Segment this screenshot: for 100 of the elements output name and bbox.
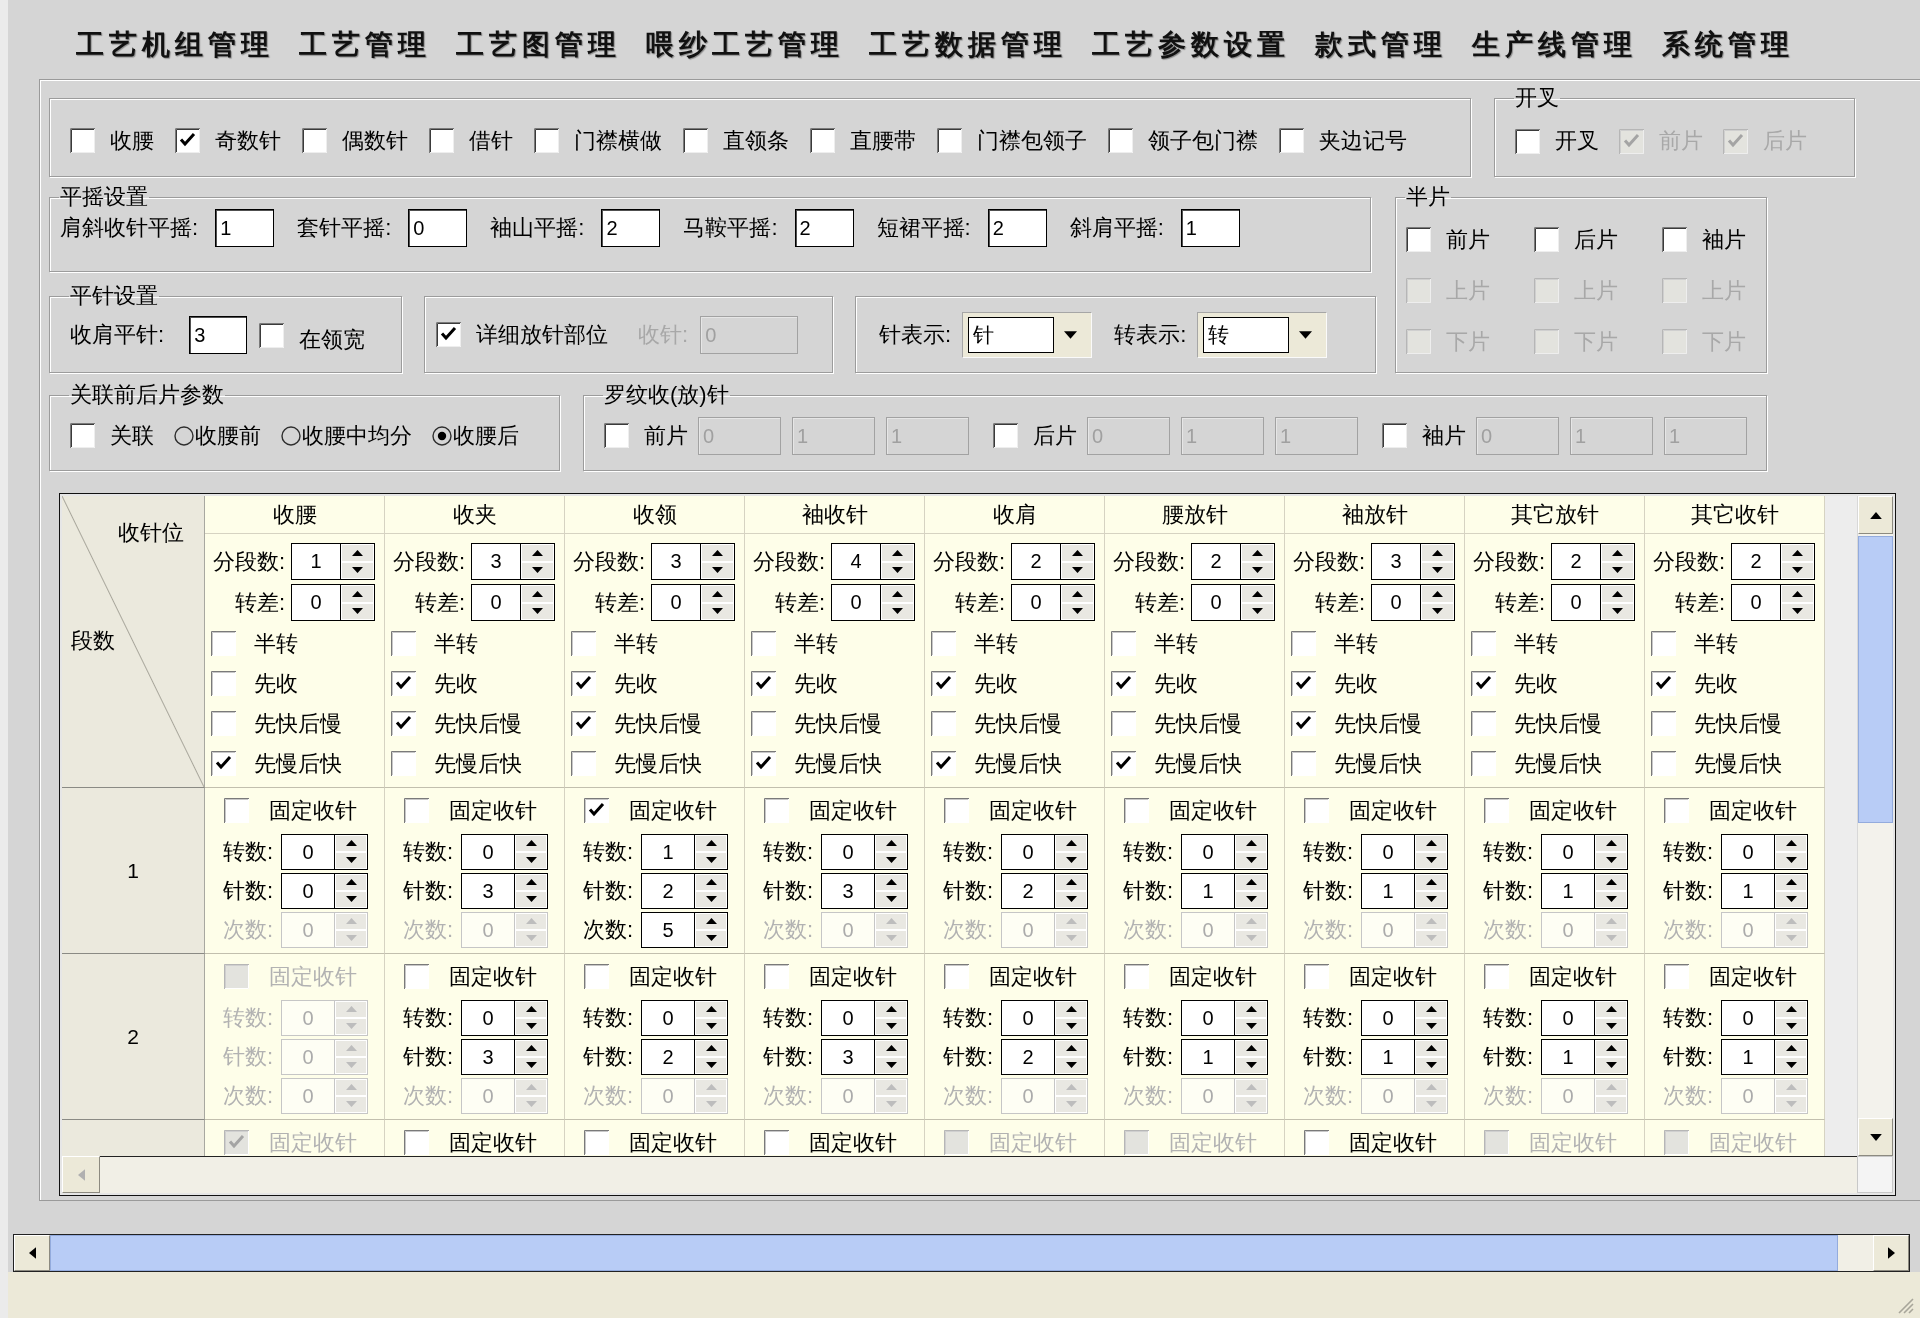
- number-field[interactable]: 3: [1371, 543, 1421, 580]
- text-field[interactable]: 3: [189, 316, 248, 354]
- checkbox[interactable]: [1111, 670, 1136, 696]
- checkbox[interactable]: [534, 128, 559, 153]
- spin-up-button[interactable]: [1596, 874, 1626, 890]
- checkbox[interactable]: [937, 128, 962, 153]
- number-field[interactable]: 0: [1731, 584, 1781, 621]
- checkbox[interactable]: [1304, 1129, 1329, 1155]
- text-field[interactable]: 2: [601, 209, 661, 247]
- spin-up-button[interactable]: [1782, 586, 1813, 602]
- text-field[interactable]: 0: [408, 209, 468, 247]
- spin-down-button[interactable]: [336, 891, 366, 907]
- spin-down-button[interactable]: [1062, 562, 1093, 578]
- checkbox[interactable]: [571, 710, 596, 736]
- checkbox[interactable]: [993, 423, 1018, 448]
- spin-down-button[interactable]: [1596, 852, 1626, 868]
- number-field[interactable]: 0: [461, 833, 515, 870]
- checkbox[interactable]: [1651, 630, 1676, 656]
- number-field[interactable]: 0: [281, 872, 335, 909]
- spin-down-button[interactable]: [1776, 852, 1806, 868]
- number-field[interactable]: 1: [291, 543, 341, 580]
- spin-down-button[interactable]: [342, 603, 373, 619]
- spin-up-button[interactable]: [1776, 835, 1806, 851]
- checkbox[interactable]: [1471, 670, 1496, 696]
- number-field[interactable]: 0: [1181, 999, 1235, 1036]
- menu-item[interactable]: 款式管理: [1315, 27, 1447, 62]
- number-field[interactable]: 0: [1551, 584, 1601, 621]
- spin-down-button[interactable]: [1056, 1057, 1086, 1073]
- spin-up-button[interactable]: [516, 874, 546, 890]
- number-field[interactable]: 5: [641, 911, 695, 948]
- number-field[interactable]: 1: [641, 833, 695, 870]
- dropdown[interactable]: 针: [962, 311, 1093, 358]
- spin-down-button[interactable]: [702, 562, 733, 578]
- number-field[interactable]: 0: [291, 584, 341, 621]
- checkbox[interactable]: [1534, 227, 1559, 252]
- number-field[interactable]: 3: [461, 1038, 515, 1075]
- checkbox[interactable]: [764, 797, 789, 823]
- spin-up-button[interactable]: [1416, 1001, 1446, 1017]
- checkbox[interactable]: [429, 128, 454, 153]
- spin-down-button[interactable]: [1596, 891, 1626, 907]
- checkbox[interactable]: [175, 128, 200, 153]
- spin-down-button[interactable]: [522, 603, 553, 619]
- number-field[interactable]: 3: [651, 543, 701, 580]
- spin-down-button[interactable]: [1776, 891, 1806, 907]
- spin-up-button[interactable]: [696, 913, 726, 929]
- spin-down-button[interactable]: [1596, 1057, 1626, 1073]
- spin-up-button[interactable]: [1056, 835, 1086, 851]
- spin-down-button[interactable]: [1056, 852, 1086, 868]
- menu-item[interactable]: 系统管理: [1662, 27, 1794, 62]
- checkbox[interactable]: [751, 670, 776, 696]
- spin-down-button[interactable]: [1416, 1057, 1446, 1073]
- spin-up-button[interactable]: [1056, 874, 1086, 890]
- checkbox[interactable]: [931, 630, 956, 656]
- checkbox[interactable]: [1291, 750, 1316, 776]
- checkbox[interactable]: [211, 670, 236, 696]
- checkbox[interactable]: [1484, 963, 1509, 989]
- number-field[interactable]: 2: [641, 872, 695, 909]
- checkbox[interactable]: [1304, 797, 1329, 823]
- radio-button[interactable]: [432, 425, 452, 446]
- checkbox[interactable]: [931, 710, 956, 736]
- checkbox[interactable]: [1664, 797, 1689, 823]
- spin-up-button[interactable]: [1422, 586, 1453, 602]
- scroll-down-button[interactable]: [1858, 1118, 1893, 1156]
- spin-up-button[interactable]: [876, 874, 906, 890]
- text-field[interactable]: 1: [1180, 209, 1240, 247]
- number-field[interactable]: 0: [651, 584, 701, 621]
- spin-up-button[interactable]: [342, 586, 373, 602]
- checkbox[interactable]: [810, 128, 835, 153]
- number-field[interactable]: 2: [1551, 543, 1601, 580]
- checkbox[interactable]: [1291, 670, 1316, 696]
- spin-up-button[interactable]: [1236, 835, 1266, 851]
- number-field[interactable]: 0: [1001, 999, 1055, 1036]
- checkbox[interactable]: [391, 750, 416, 776]
- spin-up-button[interactable]: [1422, 545, 1453, 561]
- spin-down-button[interactable]: [516, 852, 546, 868]
- spin-up-button[interactable]: [1056, 1040, 1086, 1056]
- checkbox[interactable]: [1291, 710, 1316, 736]
- number-field[interactable]: 3: [821, 872, 875, 909]
- spin-up-button[interactable]: [696, 835, 726, 851]
- scroll-right-button[interactable]: [1873, 1235, 1909, 1271]
- checkbox[interactable]: [259, 322, 285, 348]
- checkbox[interactable]: [1651, 670, 1676, 696]
- checkbox[interactable]: [1471, 710, 1496, 736]
- spin-up-button[interactable]: [1596, 1040, 1626, 1056]
- spin-up-button[interactable]: [522, 586, 553, 602]
- checkbox[interactable]: [1124, 963, 1149, 989]
- menu-item[interactable]: 工艺图管理: [456, 27, 621, 62]
- checkbox[interactable]: [1111, 630, 1136, 656]
- number-field[interactable]: 3: [471, 543, 521, 580]
- checkbox[interactable]: [211, 630, 236, 656]
- spin-up-button[interactable]: [696, 1040, 726, 1056]
- spin-down-button[interactable]: [1776, 1057, 1806, 1073]
- number-field[interactable]: 2: [641, 1038, 695, 1075]
- checkbox[interactable]: [1651, 750, 1676, 776]
- spin-down-button[interactable]: [876, 852, 906, 868]
- spin-up-button[interactable]: [876, 1001, 906, 1017]
- number-field[interactable]: 1: [1541, 872, 1595, 909]
- spin-down-button[interactable]: [336, 852, 366, 868]
- number-field[interactable]: 0: [1541, 999, 1595, 1036]
- spin-down-button[interactable]: [1782, 562, 1813, 578]
